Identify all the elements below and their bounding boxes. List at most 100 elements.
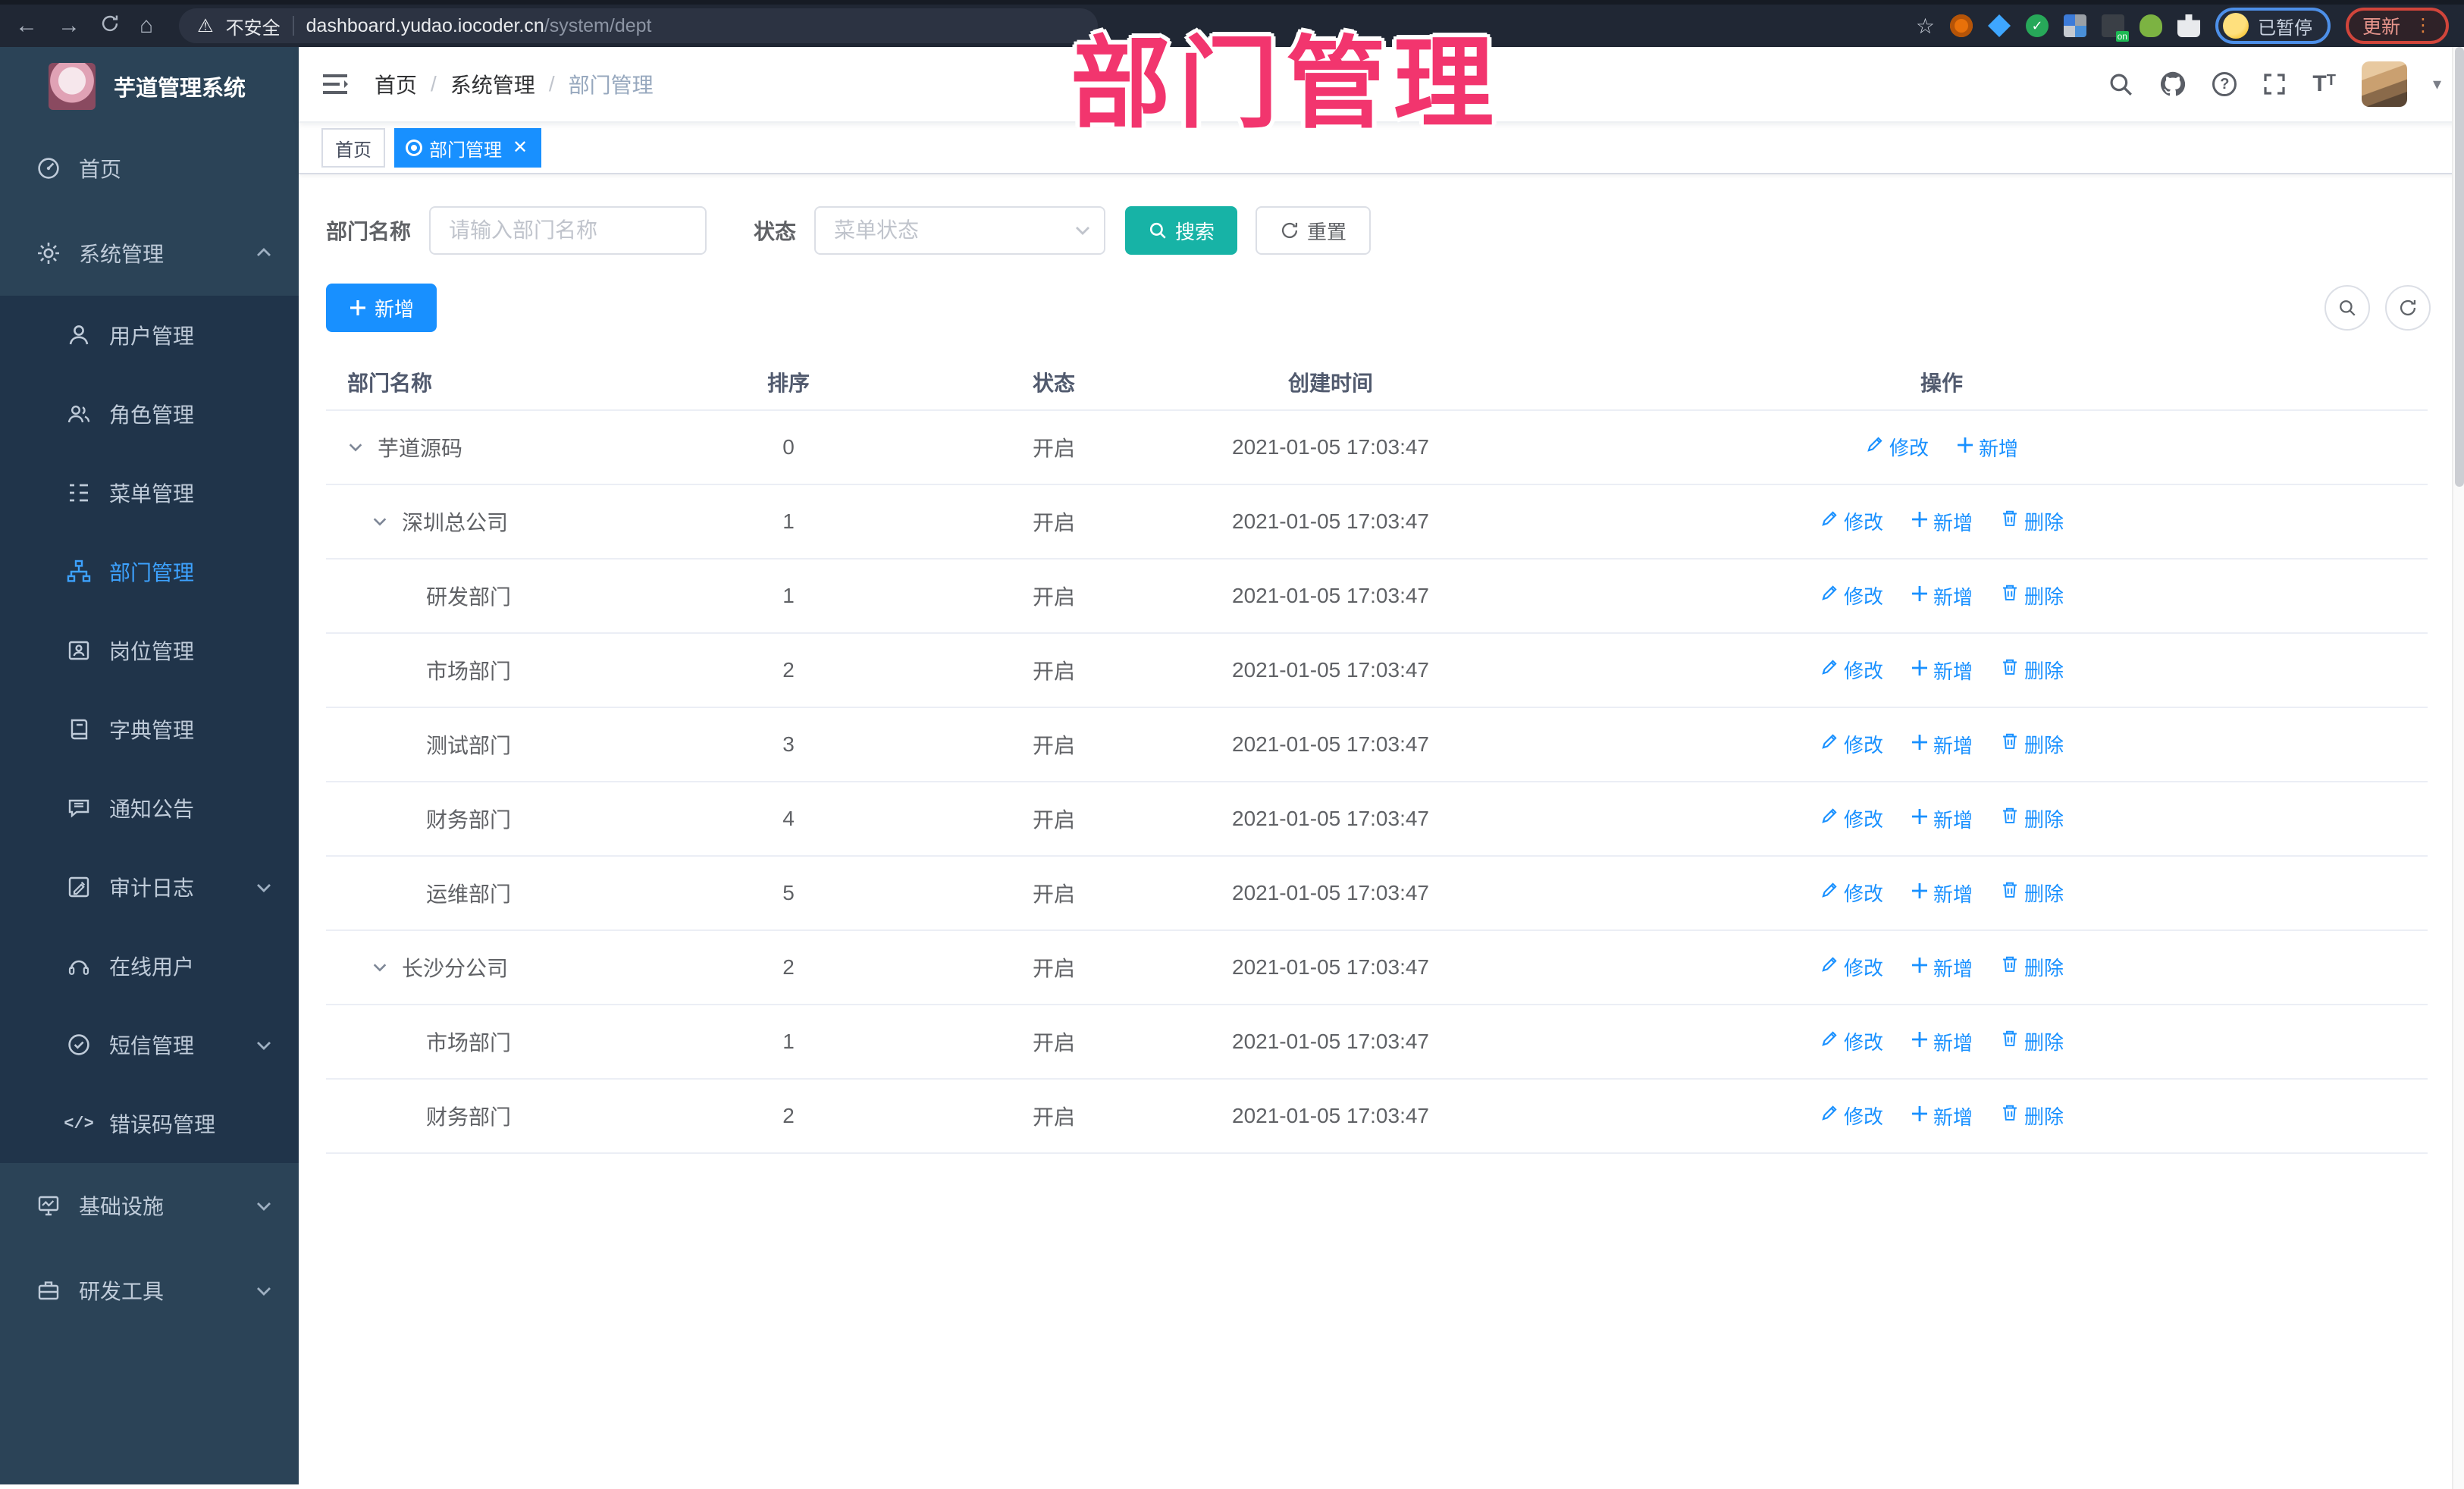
add-link[interactable]: 新增 [1911, 879, 1973, 908]
home-icon[interactable]: ⌂ [140, 14, 153, 37]
hamburger-icon[interactable] [321, 72, 349, 96]
delete-link[interactable]: 删除 [2000, 804, 2064, 832]
sidebar-item[interactable]: 角色管理 [0, 375, 299, 453]
extension-icon-orange[interactable] [1949, 14, 1973, 37]
expand-arrow-icon[interactable] [371, 513, 402, 530]
reset-button[interactable]: 重置 [1256, 206, 1372, 255]
sidebar-item[interactable]: 通知公告 [0, 769, 299, 848]
add-link[interactable]: 新增 [1911, 1028, 1973, 1056]
user-avatar[interactable] [2361, 61, 2407, 107]
sidebar-item[interactable]: 系统管理 [0, 211, 299, 296]
forward-icon[interactable]: → [58, 14, 80, 37]
bookmark-star-icon[interactable]: ☆ [1916, 14, 1935, 39]
dept-name-input[interactable] [429, 206, 707, 255]
sidebar-item[interactable]: 部门管理 [0, 532, 299, 611]
extension-icon-figure[interactable] [2139, 14, 2162, 37]
tab-部门管理[interactable]: 部门管理 ✕ [394, 128, 542, 168]
sidebar-item[interactable]: 研发工具 [0, 1248, 299, 1333]
sidebar-item[interactable]: 用户管理 [0, 296, 299, 375]
delete-link[interactable]: 删除 [2000, 1102, 2064, 1130]
sms-icon [62, 1033, 96, 1057]
sort-value: 2 [782, 1104, 795, 1127]
font-size-icon[interactable]: TT [2312, 73, 2336, 96]
extension-icon-check[interactable]: ✓ [2025, 14, 2049, 37]
add-link[interactable]: 新增 [1911, 805, 1973, 833]
scrollbar[interactable] [2452, 47, 2464, 1489]
created-time: 2021-01-05 17:03:47 [1232, 807, 1429, 830]
reload-icon[interactable] [100, 14, 120, 38]
extension-icon-on-badge[interactable] [2101, 14, 2129, 42]
search-button[interactable]: 搜索 [1125, 206, 1238, 255]
extensions-puzzle-icon[interactable] [2177, 14, 2200, 37]
edit-label: 修改 [1843, 957, 1883, 980]
expand-arrow-icon[interactable] [347, 439, 378, 456]
fullscreen-icon[interactable] [2262, 72, 2287, 96]
browser-menu-icon[interactable]: ⋮ [2414, 17, 2432, 35]
sidebar-item[interactable]: 审计日志 [0, 848, 299, 926]
refresh-button[interactable] [2385, 285, 2431, 331]
edit-link[interactable]: 修改 [1820, 1027, 1883, 1055]
add-link[interactable]: 新增 [1911, 954, 1973, 982]
delete-link[interactable]: 删除 [2000, 581, 2064, 610]
add-link[interactable]: 新增 [1911, 731, 1973, 759]
close-icon[interactable]: ✕ [513, 139, 528, 157]
edit-link[interactable]: 修改 [1820, 730, 1883, 758]
sidebar-item[interactable]: 菜单管理 [0, 453, 299, 532]
help-icon[interactable]: ? [2212, 72, 2237, 96]
update-label: 更新 [2362, 17, 2400, 38]
sidebar-item[interactable]: 字典管理 [0, 690, 299, 769]
sidebar-item[interactable]: 短信管理 [0, 1005, 299, 1084]
announcement-icon [62, 796, 96, 820]
add-link[interactable]: 新增 [1911, 582, 1973, 610]
edit-icon [1820, 732, 1839, 757]
add-link[interactable]: 新增 [1911, 1102, 1973, 1130]
delete-link[interactable]: 删除 [2000, 879, 2064, 907]
edit-link[interactable]: 修改 [1820, 1102, 1883, 1130]
expand-arrow-icon[interactable] [371, 959, 402, 976]
delete-link[interactable]: 删除 [2000, 730, 2064, 758]
sidebar-item[interactable]: 岗位管理 [0, 611, 299, 690]
breadcrumb-item[interactable]: 首页 [375, 69, 417, 99]
avatar-caret-down-icon[interactable]: ▾ [2433, 74, 2441, 94]
sidebar-item[interactable]: 首页 [0, 126, 299, 211]
sidebar: 芋道管理系统 首页系统管理 用户管理 角色管理 菜单管理 部门管理 岗位管理 字典管理 通知公… [0, 47, 299, 1484]
back-icon[interactable]: ← [15, 14, 38, 37]
add-link[interactable]: 新增 [1911, 657, 1973, 685]
sidebar-item[interactable]: 基础设施 [0, 1163, 299, 1248]
app-logo-row[interactable]: 芋道管理系统 [0, 47, 299, 126]
search-icon[interactable] [2108, 71, 2133, 97]
delete-link[interactable]: 删除 [2000, 656, 2064, 684]
edit-label: 修改 [1843, 734, 1883, 757]
delete-link[interactable]: 删除 [2000, 1027, 2064, 1055]
edit-link[interactable]: 修改 [1820, 879, 1883, 907]
scrollbar-thumb[interactable] [2455, 47, 2464, 487]
github-icon[interactable] [2159, 71, 2187, 98]
extension-icon-grid[interactable] [2063, 14, 2086, 37]
edit-link[interactable]: 修改 [1820, 656, 1883, 684]
edit-icon [1820, 1029, 1839, 1054]
edit-link[interactable]: 修改 [1865, 433, 1929, 461]
sidebar-item[interactable]: </> 错误码管理 [0, 1084, 299, 1163]
edit-link[interactable]: 修改 [1820, 581, 1883, 610]
edit-link[interactable]: 修改 [1820, 953, 1883, 981]
sidebar-item[interactable]: 在线用户 [0, 926, 299, 1005]
browser-update-button[interactable]: 更新 ⋮ [2345, 8, 2449, 44]
add-link[interactable]: 新增 [1911, 508, 1973, 536]
edit-link[interactable]: 修改 [1820, 507, 1883, 535]
browser-profile-chip[interactable]: 已暂停 [2215, 8, 2331, 44]
toggle-search-button[interactable] [2324, 285, 2370, 331]
status-select[interactable] [814, 206, 1106, 255]
breadcrumb-item[interactable]: 系统管理 [450, 69, 535, 99]
add-link[interactable]: 新增 [1956, 434, 2018, 462]
tab-首页[interactable]: 首页 [321, 128, 385, 168]
extension-icon-gem[interactable] [1987, 14, 2011, 37]
plus-icon [1911, 659, 1929, 682]
sidebar-item-label: 首页 [79, 158, 122, 181]
delete-link[interactable]: 删除 [2000, 953, 2064, 981]
edit-link[interactable]: 修改 [1820, 804, 1883, 832]
address-bar[interactable]: ⚠ 不安全 dashboard.yudao.iocoder.cn/system/… [179, 8, 1099, 43]
add-button[interactable]: 新增 [326, 284, 437, 332]
delete-link[interactable]: 删除 [2000, 507, 2064, 535]
table-row: 运维部门 5 开启 2021-01-05 17:03:47 修改 新增 删除 [326, 857, 2428, 931]
edit-icon [1820, 880, 1839, 905]
